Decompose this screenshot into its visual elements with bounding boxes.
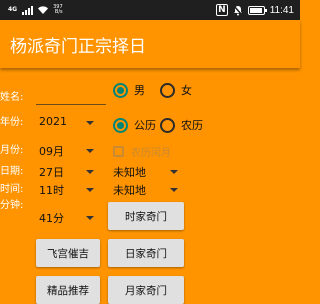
checkbox-icon — [113, 146, 124, 157]
minute-label: 分钟: — [0, 200, 24, 211]
gender-male-label: 男 — [134, 84, 145, 97]
dropdown-arrow-icon — [86, 149, 94, 153]
shijia-qimen-button[interactable]: 时家奇门 — [108, 202, 184, 230]
hour-value: 11时 — [39, 184, 64, 197]
year-label: 年份: — [0, 117, 24, 128]
battery-icon — [247, 5, 267, 15]
net-speed: 397 B/s — [53, 5, 63, 15]
network-type: 4G — [8, 6, 18, 13]
radio-icon — [113, 117, 128, 133]
dropdown-arrow-icon — [86, 170, 94, 174]
location1-value: 未知地 — [113, 166, 146, 179]
gender-radio-male[interactable]: 男 — [113, 82, 145, 98]
clock: 11:41 — [269, 4, 294, 16]
dropdown-arrow-icon — [170, 188, 178, 192]
mute-icon — [233, 5, 243, 15]
calendar-solar-label: 公历 — [134, 119, 156, 132]
gender-female-label: 女 — [181, 84, 192, 97]
leap-month-label: 农历闰月 — [131, 148, 171, 159]
radio-icon — [160, 82, 175, 98]
radio-icon — [113, 82, 128, 98]
calendar-lunar-label: 农历 — [181, 119, 203, 132]
calendar-radio-solar[interactable]: 公历 — [113, 117, 156, 133]
day-value: 27日 — [39, 166, 64, 179]
dropdown-arrow-icon — [86, 216, 94, 220]
feigong-cuiji-button[interactable]: 飞宫催吉 — [36, 239, 100, 267]
name-label: 姓名: — [0, 92, 24, 103]
minute-value: 41分 — [39, 212, 64, 225]
app-bar: 杨派奇门正宗择日 — [0, 20, 300, 68]
dropdown-arrow-icon — [86, 188, 94, 192]
net-speed-unit: B/s — [54, 9, 63, 15]
month-value: 09月 — [39, 145, 64, 158]
hour-label: 时间: — [0, 184, 24, 195]
wifi-icon — [38, 6, 49, 14]
name-input[interactable] — [36, 104, 106, 105]
leap-month-checkbox[interactable]: 农历闰月 — [113, 144, 171, 159]
year-value: 2021 — [39, 115, 67, 128]
gender-radio-female[interactable]: 女 — [160, 82, 192, 98]
radio-icon — [160, 117, 175, 133]
day-label: 日期: — [0, 166, 24, 177]
signal-icon — [22, 5, 34, 15]
nfc-icon: N — [216, 4, 228, 16]
page-title: 杨派奇门正宗择日 — [10, 37, 146, 57]
month-label: 月份: — [0, 145, 24, 156]
calendar-radio-lunar[interactable]: 农历 — [160, 117, 203, 133]
rijia-qimen-button[interactable]: 日家奇门 — [108, 239, 184, 267]
dropdown-arrow-icon — [86, 121, 94, 125]
location2-value: 未知地 — [113, 184, 146, 197]
dropdown-arrow-icon — [170, 170, 178, 174]
status-bar: 4G 397 B/s N 11:41 — [0, 0, 300, 20]
